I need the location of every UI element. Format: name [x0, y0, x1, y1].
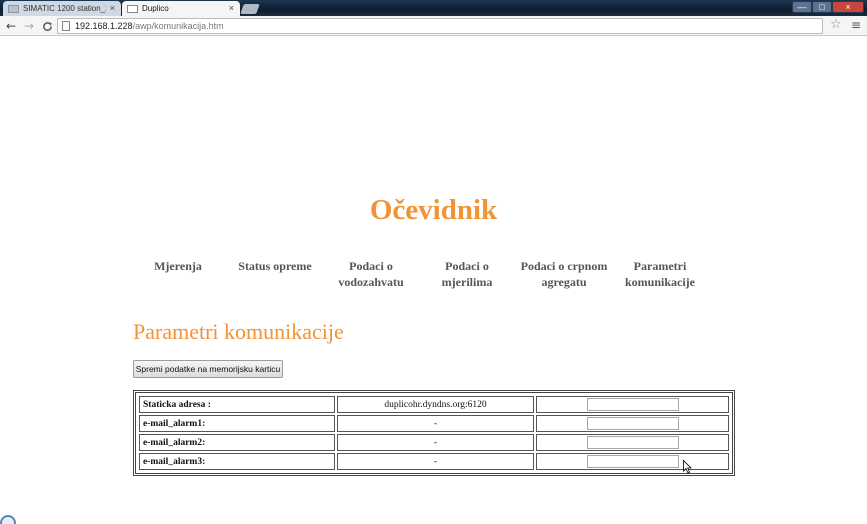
row-value: - — [337, 434, 534, 451]
tab-close-icon[interactable]: × — [110, 4, 115, 13]
url-path: /awp/komunikacija.htm — [132, 21, 224, 31]
nav-item-label: Parametri — [633, 259, 687, 273]
mouse-cursor-icon — [683, 460, 692, 474]
nav-item-label: Mjerenja — [154, 259, 202, 273]
back-arrow-icon[interactable]: ← — [4, 18, 18, 34]
close-window-button[interactable]: × — [832, 1, 864, 13]
nav-item-label: Status opreme — [238, 259, 312, 273]
browser-titlebar: SIMATIC 1200 station_2 × Duplico × — □ × — [0, 0, 867, 16]
new-tab-button[interactable] — [240, 4, 260, 14]
nav-item-parametri-komunikacije[interactable]: Parametri komunikacije — [621, 258, 699, 290]
bookmark-star-icon[interactable]: ☆ — [830, 17, 842, 32]
nav-item-label: Podaci o — [445, 259, 489, 273]
page-title: Očevidnik — [369, 194, 498, 226]
main-navigation: Mjerenja Status opreme Podaci o vodozahv… — [0, 258, 867, 298]
reload-glyph — [42, 21, 52, 31]
address-bar[interactable]: 192.168.1.228/awp/komunikacija.htm — [57, 18, 823, 34]
browser-toolbar: ← → 192.168.1.228/awp/komunikacija.htm ☆… — [0, 16, 867, 36]
page-favicon-icon — [8, 4, 19, 13]
static-address-input[interactable] — [586, 398, 679, 411]
row-input-cell — [536, 415, 729, 432]
reload-icon[interactable] — [40, 18, 54, 34]
row-label: e-mail_alarm3: — [139, 453, 335, 470]
row-input-cell — [536, 434, 729, 451]
nav-item-mjerenja[interactable]: Mjerenja — [149, 258, 207, 274]
row-label: Staticka adresa : — [139, 396, 335, 413]
row-label: e-mail_alarm1: — [139, 415, 335, 432]
row-input-cell — [536, 453, 729, 470]
nav-item-podaci-o-mjerilima[interactable]: Podaci o mjerilima — [434, 258, 500, 290]
row-value: duplicohr.dyndns.org:6120 — [337, 396, 534, 413]
page-favicon-icon — [127, 4, 138, 13]
tab-title: Duplico — [142, 4, 169, 13]
status-globe-icon — [0, 515, 16, 524]
nav-item-label: Podaci o — [349, 259, 393, 273]
nav-item-label-line2: mjerilima — [441, 275, 493, 289]
row-input-cell — [536, 396, 729, 413]
nav-item-label-line2: vodozahvatu — [338, 275, 404, 289]
tab-close-icon[interactable]: × — [229, 4, 234, 13]
parameters-table: Staticka adresa : duplicohr.dyndns.org:6… — [133, 390, 735, 476]
forward-arrow-icon[interactable]: → — [22, 18, 36, 34]
row-value: - — [337, 453, 534, 470]
row-label: e-mail_alarm2: — [139, 434, 335, 451]
nav-item-podaci-o-crpnom-agregatu[interactable]: Podaci o crpnom agregatu — [517, 258, 611, 290]
save-to-memory-card-button[interactable]: Spremi podatke na memorijsku karticu — [133, 360, 283, 378]
section-title: Parametri komunikacije — [133, 319, 344, 344]
nav-item-podaci-o-vodozahvatu[interactable]: Podaci o vodozahvatu — [334, 258, 408, 290]
row-value: - — [337, 415, 534, 432]
nav-item-label: Podaci o crpnom — [520, 259, 608, 273]
minimize-button[interactable]: — — [792, 1, 812, 13]
table-row: e-mail_alarm3: - — [139, 453, 729, 470]
email-alarm1-input[interactable] — [586, 417, 679, 430]
page-icon — [62, 21, 70, 31]
browser-menu-icon[interactable]: ≡ — [851, 18, 861, 32]
maximize-button[interactable]: □ — [812, 1, 832, 13]
table-row: e-mail_alarm1: - — [139, 415, 729, 432]
email-alarm2-input[interactable] — [586, 436, 679, 449]
table-row: e-mail_alarm2: - — [139, 434, 729, 451]
table-row: Staticka adresa : duplicohr.dyndns.org:6… — [139, 396, 729, 413]
tab-title: SIMATIC 1200 station_2 — [23, 4, 106, 13]
nav-item-label-line2: agregatu — [541, 275, 587, 289]
browser-tab-duplico[interactable]: Duplico × — [122, 1, 240, 16]
email-alarm3-input[interactable] — [586, 455, 679, 468]
url-host: 192.168.1.228 — [75, 21, 133, 31]
nav-item-status-opreme[interactable]: Status opreme — [234, 258, 316, 274]
browser-tab-simatic[interactable]: SIMATIC 1200 station_2 × — [3, 1, 121, 16]
nav-item-label-line2: komunikacije — [624, 275, 695, 289]
